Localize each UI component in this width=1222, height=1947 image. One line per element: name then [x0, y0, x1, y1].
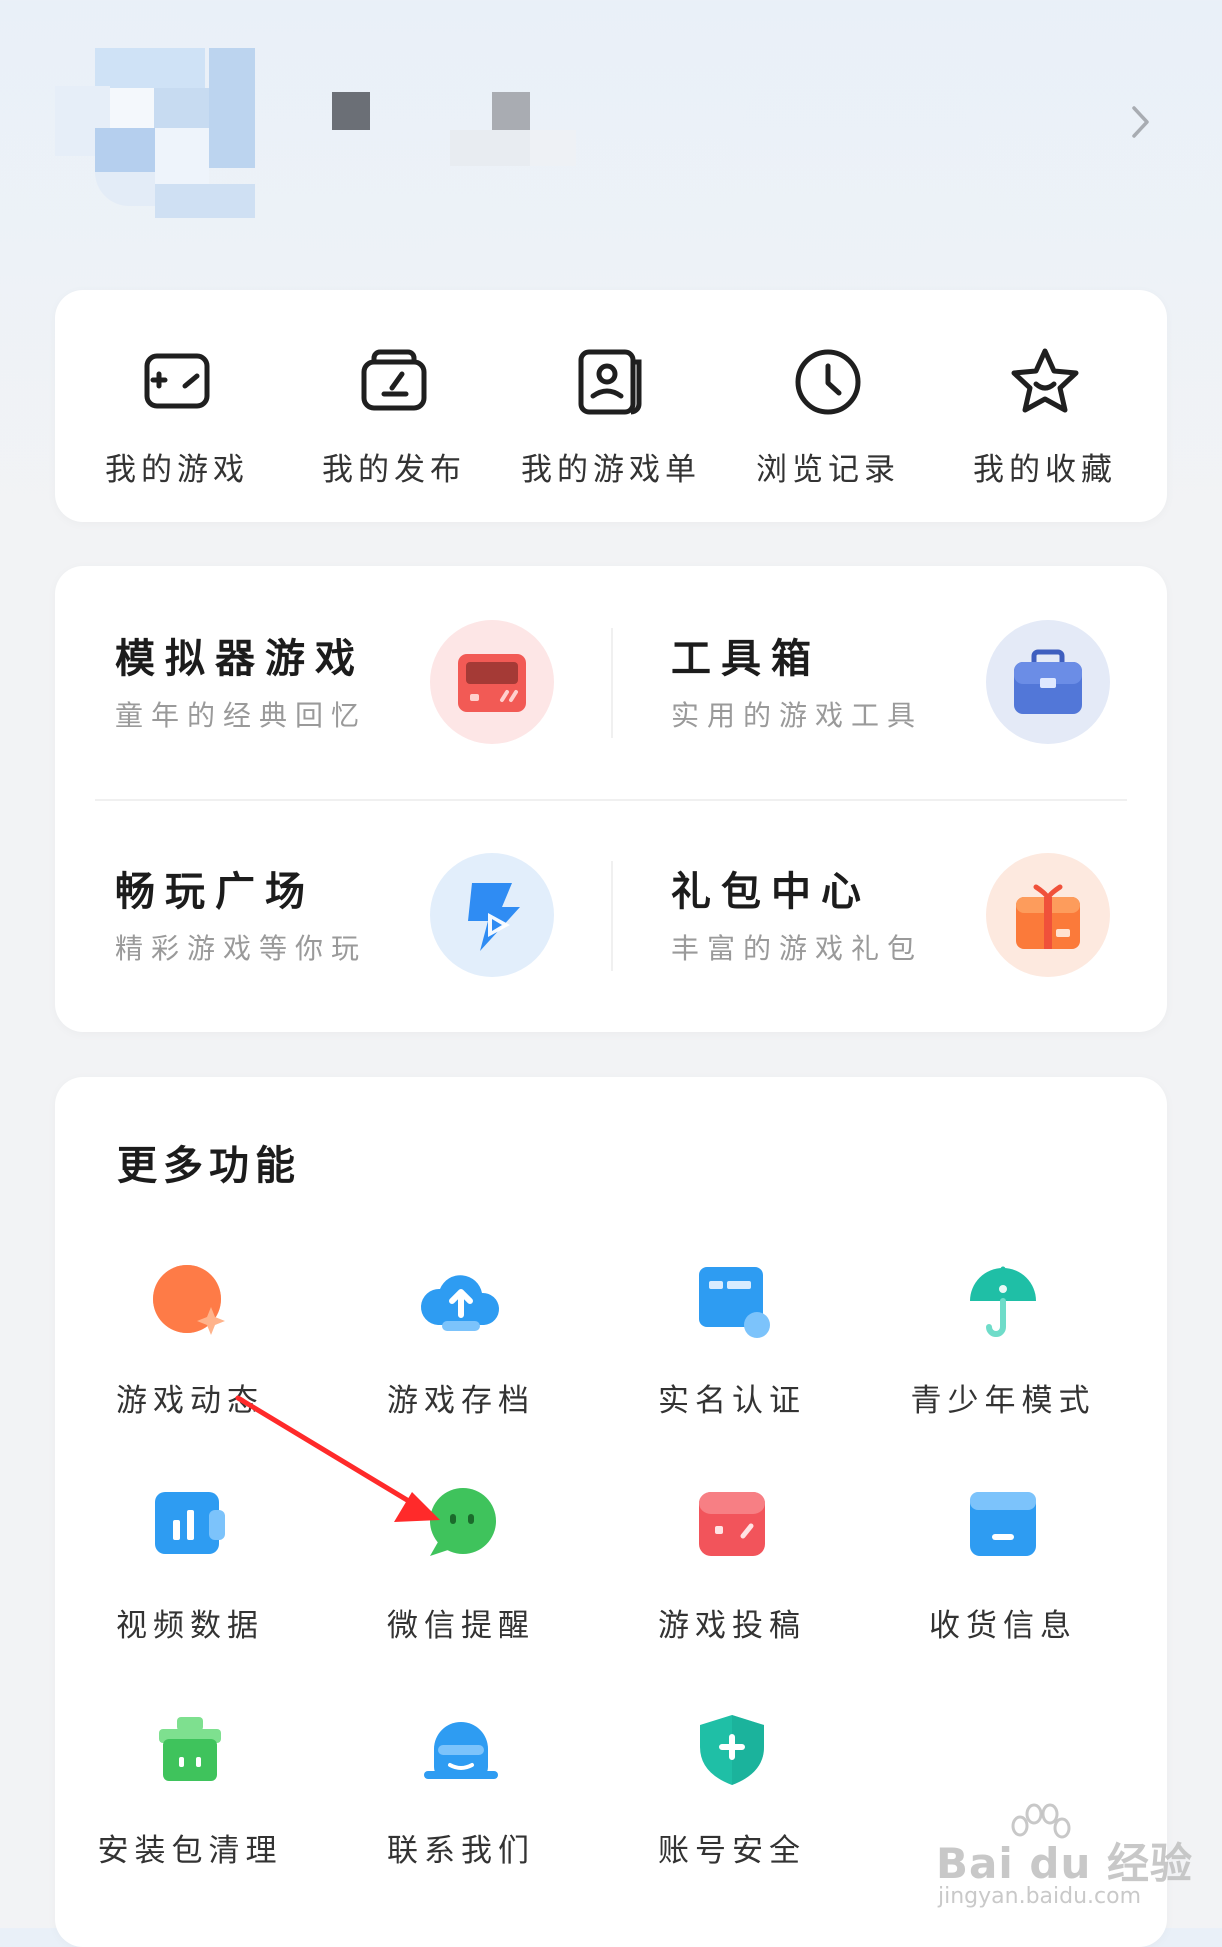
feature-account-security[interactable]: 账号安全: [597, 1705, 867, 1905]
feature-contact-us[interactable]: 联系我们: [326, 1705, 596, 1905]
service-subtitle: 精彩游戏等你玩: [115, 932, 368, 965]
feature-label: 微信提醒: [387, 1608, 535, 1644]
service-emulator-games[interactable]: 模拟器游戏 童年的经典回忆: [55, 566, 555, 766]
chevron-right-icon[interactable]: [1126, 102, 1156, 142]
feature-label: 账号安全: [658, 1833, 806, 1869]
cloud-upload-icon: [420, 1275, 500, 1331]
quick-item-my-games[interactable]: 我的游戏: [72, 342, 282, 492]
feature-label: 实名认证: [658, 1383, 806, 1419]
feature-game-submission[interactable]: 游戏投稿: [597, 1480, 867, 1680]
video-stats-icon: [155, 1492, 225, 1554]
feature-real-name[interactable]: 实名认证: [597, 1255, 867, 1455]
shield-icon: [700, 1715, 764, 1785]
quick-actions-card: 我的游戏 我的发布 我的游戏单 浏览记录 我的收藏: [55, 290, 1167, 522]
service-title: 礼包中心: [671, 868, 871, 915]
section-title: 更多功能: [117, 1142, 301, 1189]
feature-label: 青少年模式: [910, 1383, 1096, 1419]
service-subtitle: 丰富的游戏礼包: [671, 932, 924, 965]
quick-item-my-game-list[interactable]: 我的游戏单: [506, 342, 716, 492]
quick-item-favorites[interactable]: 我的收藏: [940, 342, 1150, 492]
game-submit-icon: [699, 1492, 765, 1556]
feature-label: 联系我们: [387, 1833, 535, 1869]
feature-label: 收货信息: [929, 1608, 1077, 1644]
gift-icon: [986, 853, 1110, 977]
feature-label: 安装包清理: [97, 1833, 283, 1869]
service-title: 模拟器游戏: [115, 635, 365, 682]
feature-label: 游戏动态: [116, 1383, 264, 1419]
cleanup-icon: [159, 1717, 221, 1781]
feature-package-cleanup[interactable]: 安装包清理: [55, 1705, 325, 1905]
quick-item-history[interactable]: 浏览记录: [723, 342, 933, 492]
game-list-icon: [578, 349, 642, 415]
service-title: 工具箱: [671, 635, 821, 682]
service-play-square[interactable]: 畅玩广场 精彩游戏等你玩: [55, 799, 555, 999]
feature-label: 游戏存档: [387, 1383, 535, 1419]
watermark-url: jingyan.baidu.com: [938, 1884, 1142, 1909]
feature-label: 视频数据: [116, 1608, 264, 1644]
edit-publish-icon: [361, 349, 427, 411]
username[interactable]: [330, 88, 600, 178]
avatar[interactable]: [55, 48, 255, 218]
gamepad-icon: [144, 353, 210, 409]
quick-item-label: 我的游戏: [105, 452, 249, 488]
feature-wechat-reminder[interactable]: 微信提醒: [326, 1480, 596, 1680]
emulator-console-icon: [430, 620, 554, 744]
baidu-watermark: Bai du 经验 jingyan.baidu.com: [930, 1800, 1192, 1910]
service-subtitle: 童年的经典回忆: [115, 699, 368, 732]
quick-item-label: 我的游戏单: [521, 452, 701, 488]
watermark-text: Bai du 经验: [936, 1839, 1193, 1888]
toolbox-icon: [986, 620, 1110, 744]
service-subtitle: 实用的游戏工具: [671, 699, 924, 732]
umbrella-icon: [970, 1266, 1036, 1337]
feature-shipping-info[interactable]: 收货信息: [868, 1480, 1138, 1680]
feature-video-data[interactable]: 视频数据: [55, 1480, 325, 1680]
service-toolbox[interactable]: 工具箱 实用的游戏工具: [611, 566, 1111, 766]
quick-item-label: 浏览记录: [756, 452, 900, 488]
quick-item-my-posts[interactable]: 我的发布: [289, 342, 499, 492]
customer-service-icon: [424, 1722, 498, 1779]
feature-game-news[interactable]: 游戏动态: [55, 1255, 325, 1455]
feature-label: 游戏投稿: [658, 1608, 806, 1644]
address-icon: [970, 1492, 1036, 1556]
clock-icon: [795, 349, 861, 415]
game-news-icon: [153, 1265, 225, 1335]
quick-item-label: 我的发布: [322, 452, 466, 488]
wechat-icon: [430, 1488, 496, 1556]
quick-item-label: 我的收藏: [973, 452, 1117, 488]
play-square-icon: [430, 853, 554, 977]
service-gift-center[interactable]: 礼包中心 丰富的游戏礼包: [611, 799, 1111, 999]
star-icon: [1011, 348, 1079, 413]
services-card: 模拟器游戏 童年的经典回忆 工具箱 实用的游戏工具 畅玩广场 精彩游戏等你玩 礼…: [55, 566, 1167, 1032]
service-title: 畅玩广场: [115, 868, 315, 915]
feature-game-saves[interactable]: 游戏存档: [326, 1255, 596, 1455]
id-card-icon: [699, 1267, 770, 1338]
feature-teen-mode[interactable]: 青少年模式: [868, 1255, 1138, 1455]
